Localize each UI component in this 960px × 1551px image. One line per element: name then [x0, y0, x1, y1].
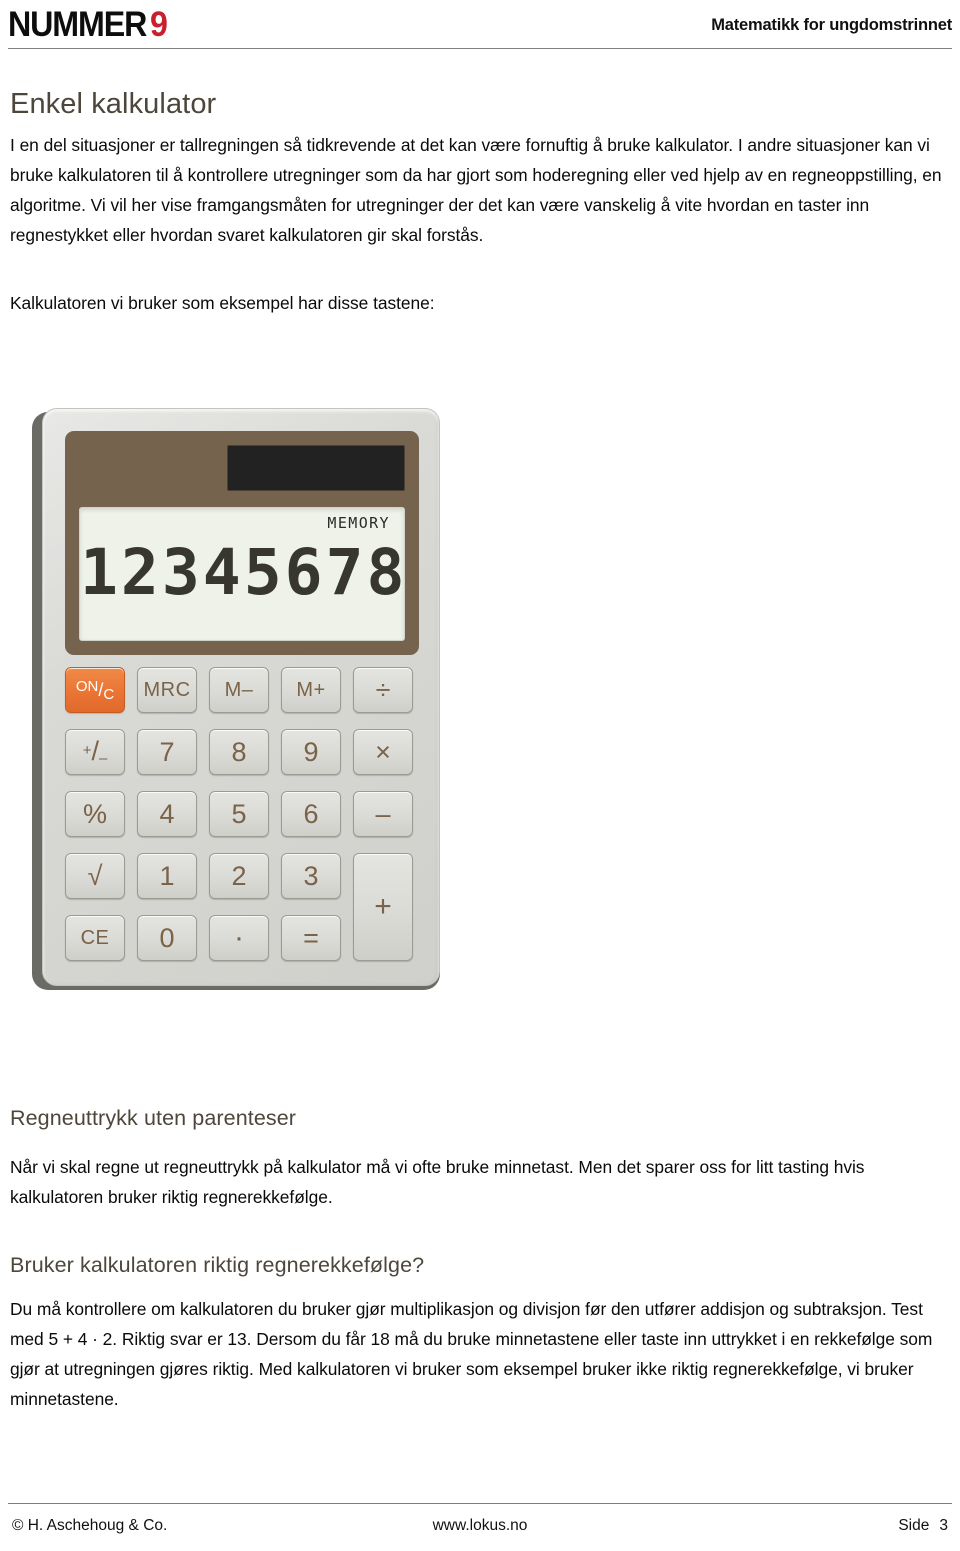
header-tagline: Matematikk for ungdomstrinnet — [711, 16, 952, 34]
paragraph-rekkefolge: Du må kontrollere om kalkulatoren du bru… — [10, 1299, 933, 1409]
page-title: Enkel kalkulator — [10, 88, 217, 120]
key-0[interactable]: 0 — [137, 915, 197, 961]
paragraph-intro: I en del situasjoner er tallregningen så… — [10, 135, 942, 245]
brand-logo: NUMMER 9 — [8, 4, 168, 46]
footer-website: www.lokus.no — [432, 1517, 528, 1534]
key-8[interactable]: 8 — [209, 729, 269, 775]
paragraph-regneuttrykk: Når vi skal regne ut regneuttrykk på kal… — [10, 1157, 865, 1207]
key-mrc[interactable]: MRC — [137, 667, 197, 713]
key-square-root[interactable]: √ — [65, 853, 125, 899]
key-minus[interactable]: – — [353, 791, 413, 837]
key-clear-entry[interactable]: CE — [65, 915, 125, 961]
key-6[interactable]: 6 — [281, 791, 341, 837]
section-title-regneuttrykk: Regneuttrykk uten parenteser — [10, 1106, 297, 1130]
calculator-figure: MEMORY 12345678 ON/C MRC M– M+ ÷ +/– 7 8 — [28, 404, 448, 994]
solar-panel — [227, 445, 405, 491]
key-plus-minus-slash: / — [91, 736, 99, 766]
page-header: NUMMER 9 Matematikk for ungdomstrinnet — [0, 0, 960, 54]
key-percent[interactable]: % — [65, 791, 125, 837]
key-2[interactable]: 2 — [209, 853, 269, 899]
key-multiply[interactable]: × — [353, 729, 413, 775]
paragraph-lead: Kalkulatoren vi bruker som eksempel har … — [10, 293, 435, 313]
section-title-rekkefolge: Bruker kalkulatoren riktig regnerekkeføl… — [10, 1253, 425, 1277]
footer-divider — [8, 1503, 952, 1504]
key-7[interactable]: 7 — [137, 729, 197, 775]
calculator-body: MEMORY 12345678 ON/C MRC M– M+ ÷ +/– 7 8 — [42, 408, 440, 986]
calculator-top-panel: MEMORY 12345678 — [65, 431, 419, 655]
key-4[interactable]: 4 — [137, 791, 197, 837]
key-9[interactable]: 9 — [281, 729, 341, 775]
key-plus-minus-bottom: – — [98, 750, 108, 767]
key-5[interactable]: 5 — [209, 791, 269, 837]
lcd-display-value: 12345678 — [80, 536, 405, 609]
key-memory-minus[interactable]: M– — [209, 667, 269, 713]
calculator-keypad: ON/C MRC M– M+ ÷ +/– 7 8 9 × % 4 5 6 – √… — [65, 667, 419, 965]
brand-logo-word: NUMMER — [8, 5, 147, 44]
key-plus-minus-label: +/– — [83, 736, 108, 767]
key-plus-minus[interactable]: +/– — [65, 729, 125, 775]
key-memory-plus[interactable]: M+ — [281, 667, 341, 713]
footer-page-indicator: Side 3 — [898, 1517, 948, 1535]
key-3[interactable]: 3 — [281, 853, 341, 899]
memory-indicator-label: MEMORY — [327, 514, 390, 532]
lcd-screen: MEMORY 12345678 — [79, 507, 405, 641]
page-footer: © H. Aschehoug & Co. www.lokus.no Side 3 — [0, 1471, 960, 1551]
key-decimal-point[interactable]: · — [209, 915, 269, 961]
footer-page-label: Side — [898, 1517, 930, 1534]
key-1[interactable]: 1 — [137, 853, 197, 899]
key-divide[interactable]: ÷ — [353, 667, 413, 713]
key-on-clear[interactable]: ON/C — [65, 667, 125, 713]
key-plus[interactable]: + — [353, 853, 413, 961]
header-divider — [8, 48, 952, 49]
key-equals[interactable]: = — [281, 915, 341, 961]
footer-page-number: 3 — [939, 1517, 948, 1534]
key-on-clear-bottom: C — [103, 685, 115, 703]
key-on-clear-top: ON — [75, 677, 99, 695]
brand-logo-number: 9 — [149, 5, 168, 44]
key-on-clear-label: ON/C — [76, 679, 114, 702]
